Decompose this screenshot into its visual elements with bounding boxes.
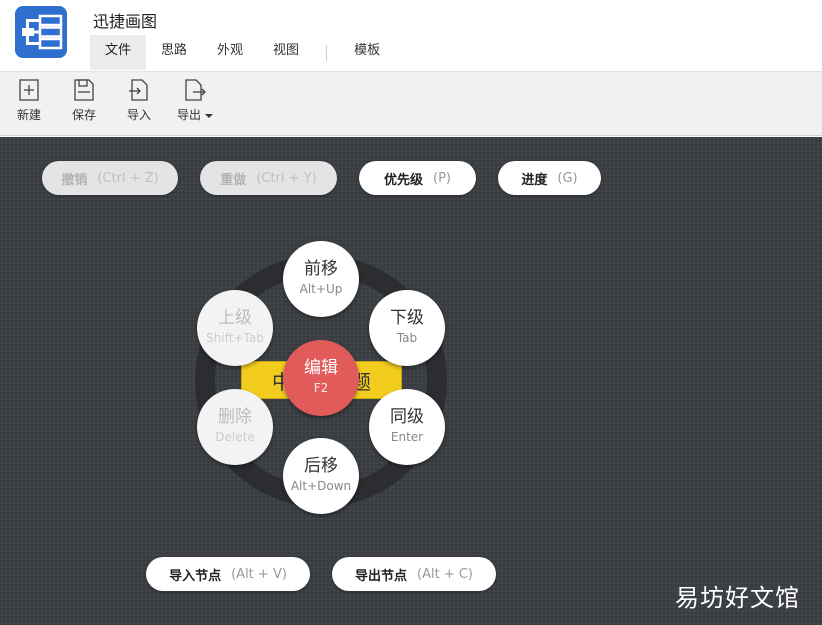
redo-shortcut: (Ctrl + Y) <box>256 170 317 186</box>
import-icon <box>129 79 148 101</box>
add-parent-label: 上级 <box>218 308 252 328</box>
priority-button[interactable]: 优先级 (P) <box>359 161 476 195</box>
move-up-shortcut: Alt+Up <box>299 282 343 296</box>
move-down-label: 后移 <box>304 456 338 476</box>
add-sibling-button[interactable]: 同级 Enter <box>369 389 445 465</box>
edit-button[interactable]: 编辑 F2 <box>283 340 359 416</box>
priority-shortcut: (P) <box>433 170 451 186</box>
new-file-icon <box>19 79 39 101</box>
import-label: 导入 <box>126 108 151 122</box>
menu-appearance[interactable]: 外观 <box>202 35 258 70</box>
add-parent-button[interactable]: 上级 Shift+Tab <box>197 290 273 366</box>
add-sibling-label: 同级 <box>390 407 424 427</box>
undo-label: 撤销 <box>61 172 88 188</box>
priority-label: 优先级 <box>384 172 424 188</box>
export-button[interactable]: 导出 <box>170 78 220 123</box>
main-menu: 文件 思路 外观 视图 模板 <box>90 35 395 70</box>
progress-shortcut: (G) <box>557 170 578 186</box>
save-button[interactable]: 保存 <box>61 78 107 123</box>
export-node-button[interactable]: 导出节点 (Alt + C) <box>332 557 496 591</box>
move-down-shortcut: Alt+Down <box>290 479 352 493</box>
import-node-label: 导入节点 <box>169 568 222 584</box>
redo-button[interactable]: 重做 (Ctrl + Y) <box>200 161 337 195</box>
progress-button[interactable]: 进度 (G) <box>498 161 601 195</box>
menu-template[interactable]: 模板 <box>339 35 395 70</box>
progress-label: 进度 <box>521 172 548 188</box>
export-node-label: 导出节点 <box>355 568 408 584</box>
export-icon <box>185 79 206 101</box>
mindmap-logo-icon <box>15 6 67 58</box>
redo-label: 重做 <box>220 172 247 188</box>
add-child-button[interactable]: 下级 Tab <box>369 290 445 366</box>
save-label: 保存 <box>71 108 96 122</box>
undo-button[interactable]: 撤销 (Ctrl + Z) <box>42 161 178 195</box>
menu-view[interactable]: 视图 <box>258 35 314 70</box>
import-button[interactable]: 导入 <box>116 78 162 123</box>
menu-file[interactable]: 文件 <box>90 35 147 70</box>
save-icon <box>74 79 94 101</box>
move-up-label: 前移 <box>304 259 338 279</box>
import-node-button[interactable]: 导入节点 (Alt + V) <box>146 557 310 591</box>
add-child-shortcut: Tab <box>396 331 418 345</box>
delete-label: 删除 <box>218 407 252 427</box>
edit-label: 编辑 <box>304 358 338 378</box>
add-parent-shortcut: Shift+Tab <box>206 331 264 345</box>
move-up-button[interactable]: 前移 Alt+Up <box>283 241 359 317</box>
add-sibling-shortcut: Enter <box>390 430 424 444</box>
undo-shortcut: (Ctrl + Z) <box>97 170 159 186</box>
mindmap-canvas[interactable]: 撤销 (Ctrl + Z) 重做 (Ctrl + Y) 优先级 (P) 进度 (… <box>0 137 822 625</box>
import-node-shortcut: (Alt + V) <box>231 566 287 582</box>
edit-shortcut: F2 <box>313 381 329 395</box>
export-label: 导出 <box>170 106 220 123</box>
add-child-label: 下级 <box>390 308 424 328</box>
toolbar: 新建 保存 导入 导出 <box>0 72 822 136</box>
move-down-button[interactable]: 后移 Alt+Down <box>283 438 359 514</box>
menu-divider <box>326 45 328 61</box>
delete-shortcut: Delete <box>215 430 255 444</box>
delete-button[interactable]: 删除 Delete <box>197 389 273 465</box>
app-title: 迅捷画图 <box>93 12 158 31</box>
new-label: 新建 <box>16 108 41 122</box>
watermark: 易坊好文馆 <box>675 584 800 612</box>
menu-ideas[interactable]: 思路 <box>146 35 202 70</box>
export-node-shortcut: (Alt + C) <box>417 566 473 582</box>
chevron-down-icon <box>205 113 213 118</box>
title-bar: 迅捷画图 文件 思路 外观 视图 模板 <box>0 0 822 72</box>
new-button[interactable]: 新建 <box>6 78 52 123</box>
